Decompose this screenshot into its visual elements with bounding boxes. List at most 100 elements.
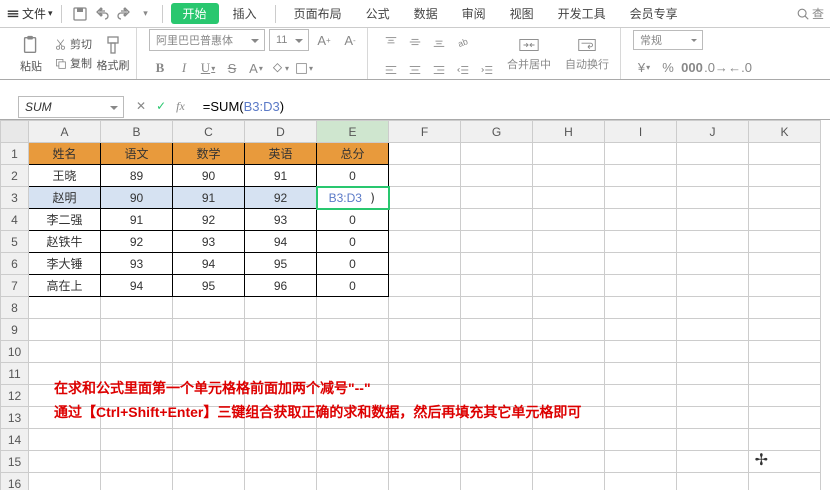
cell[interactable] — [677, 165, 749, 187]
strike-button[interactable]: S — [221, 58, 243, 78]
cell[interactable] — [677, 253, 749, 275]
cell[interactable] — [389, 187, 461, 209]
font-shrink-icon[interactable]: A- — [339, 30, 361, 50]
row-header[interactable]: 11 — [1, 363, 29, 385]
cell[interactable] — [461, 209, 533, 231]
active-cell[interactable]: B3:D3 ) — [317, 187, 389, 209]
cell[interactable] — [389, 165, 461, 187]
cell[interactable]: 94 — [173, 253, 245, 275]
cell[interactable] — [317, 319, 389, 341]
cell[interactable] — [29, 297, 101, 319]
tab-dev[interactable]: 开发工具 — [548, 5, 616, 22]
file-menu[interactable]: 文件▾ — [6, 5, 53, 22]
cell[interactable] — [677, 297, 749, 319]
comma-icon[interactable]: 000 — [681, 58, 703, 78]
col-header[interactable]: G — [461, 121, 533, 143]
cell[interactable] — [389, 209, 461, 231]
cell[interactable] — [533, 275, 605, 297]
cell[interactable] — [245, 473, 317, 491]
cell[interactable] — [677, 363, 749, 385]
cell[interactable]: 92 — [245, 187, 317, 209]
cell[interactable] — [101, 451, 173, 473]
cell[interactable] — [749, 253, 821, 275]
cell[interactable]: 高在上 — [29, 275, 101, 297]
tab-formula[interactable]: 公式 — [356, 5, 400, 22]
cell[interactable] — [749, 231, 821, 253]
col-header[interactable]: F — [389, 121, 461, 143]
cell[interactable] — [389, 231, 461, 253]
cell[interactable] — [677, 341, 749, 363]
row-header[interactable]: 7 — [1, 275, 29, 297]
copy-button[interactable]: 复制 — [54, 55, 92, 71]
cell[interactable]: 89 — [101, 165, 173, 187]
cell[interactable] — [461, 473, 533, 491]
bold-button[interactable]: B — [149, 58, 171, 78]
cell[interactable] — [605, 363, 677, 385]
cell[interactable] — [677, 319, 749, 341]
cell[interactable] — [389, 429, 461, 451]
cell[interactable] — [605, 209, 677, 231]
cell[interactable]: 96 — [245, 275, 317, 297]
cell[interactable] — [533, 143, 605, 165]
cell[interactable] — [29, 341, 101, 363]
cell[interactable] — [677, 473, 749, 491]
col-header[interactable]: K — [749, 121, 821, 143]
cell[interactable] — [317, 297, 389, 319]
tab-data[interactable]: 数据 — [404, 5, 448, 22]
cell[interactable] — [533, 187, 605, 209]
valign-mid-icon[interactable] — [404, 32, 426, 52]
cell[interactable] — [749, 187, 821, 209]
cell[interactable] — [29, 451, 101, 473]
cell[interactable] — [605, 341, 677, 363]
cell[interactable] — [605, 275, 677, 297]
cell[interactable] — [461, 429, 533, 451]
cell[interactable] — [461, 187, 533, 209]
valign-top-icon[interactable] — [380, 32, 402, 52]
format-painter[interactable]: 格式刷 — [96, 35, 130, 73]
cell[interactable] — [101, 341, 173, 363]
row-header[interactable]: 8 — [1, 297, 29, 319]
undo-icon[interactable] — [94, 6, 110, 22]
cell[interactable] — [245, 341, 317, 363]
row-header[interactable]: 14 — [1, 429, 29, 451]
cell[interactable] — [605, 253, 677, 275]
tab-view[interactable]: 视图 — [500, 5, 544, 22]
cell[interactable] — [101, 319, 173, 341]
percent-icon[interactable]: % — [657, 58, 679, 78]
col-header[interactable]: B — [101, 121, 173, 143]
cell[interactable] — [749, 297, 821, 319]
cell[interactable] — [389, 275, 461, 297]
name-box[interactable]: SUM — [18, 96, 124, 118]
cell[interactable]: 95 — [173, 275, 245, 297]
cell[interactable] — [533, 297, 605, 319]
cancel-icon[interactable]: ✕ — [136, 99, 146, 114]
border-button[interactable]: ▾ — [293, 58, 315, 78]
cell[interactable]: 0 — [317, 253, 389, 275]
cell[interactable] — [749, 341, 821, 363]
cell[interactable] — [101, 429, 173, 451]
cell[interactable] — [389, 143, 461, 165]
cell[interactable] — [677, 187, 749, 209]
row-header[interactable]: 5 — [1, 231, 29, 253]
cell[interactable] — [749, 363, 821, 385]
cell[interactable] — [677, 143, 749, 165]
cell[interactable] — [749, 385, 821, 407]
cell[interactable] — [245, 429, 317, 451]
cell[interactable] — [461, 275, 533, 297]
cell[interactable] — [389, 319, 461, 341]
col-header[interactable]: I — [605, 121, 677, 143]
cell[interactable] — [461, 231, 533, 253]
tab-layout[interactable]: 页面布局 — [284, 5, 352, 22]
cell[interactable]: 92 — [173, 209, 245, 231]
cell[interactable] — [29, 429, 101, 451]
cell[interactable] — [389, 341, 461, 363]
cell[interactable] — [605, 473, 677, 491]
cell[interactable] — [389, 473, 461, 491]
cell[interactable] — [677, 275, 749, 297]
qat-dropdown-icon[interactable]: ▾ — [138, 6, 154, 22]
row-header[interactable]: 16 — [1, 473, 29, 491]
underline-button[interactable]: U▾ — [197, 58, 219, 78]
cell[interactable]: 93 — [101, 253, 173, 275]
cell[interactable] — [749, 165, 821, 187]
font-color-button[interactable]: A▾ — [245, 58, 267, 78]
